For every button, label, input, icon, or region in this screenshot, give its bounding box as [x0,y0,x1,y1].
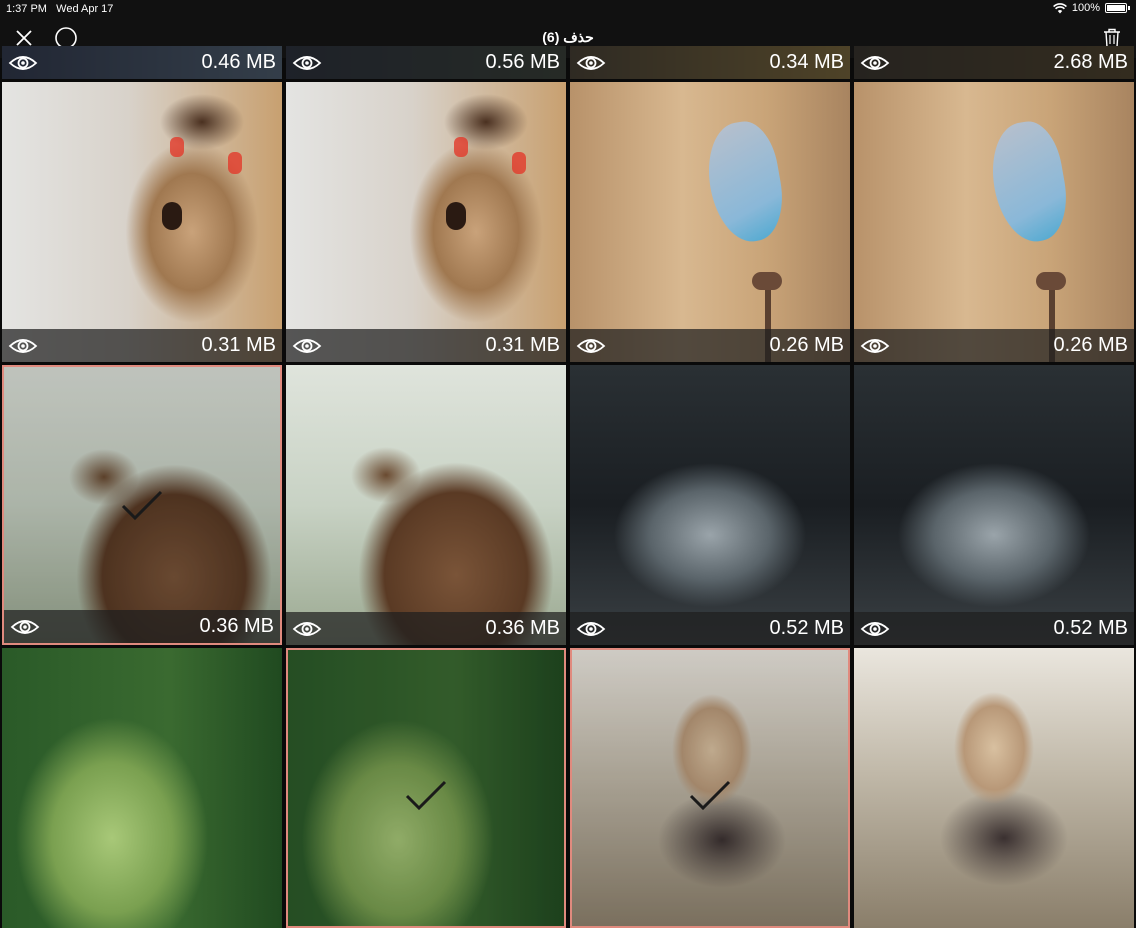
photo-cell[interactable] [854,648,1134,928]
photo-info-bar: 0.26 MB [570,329,850,362]
photo-cell-selected[interactable]: 0.36 MB [2,365,282,645]
photo-butterfly [854,82,1134,362]
file-size: 0.56 MB [485,51,560,73]
photo-water-splash [854,365,1134,645]
photo-cell[interactable]: 0.31 MB [286,82,566,362]
photo-cell[interactable]: 0.31 MB [2,82,282,362]
photo-leaf-ants [2,648,282,928]
battery-percent: 100% [1071,2,1100,14]
photo-eagle [286,365,566,645]
eye-icon[interactable] [576,336,606,356]
photo-cell[interactable]: 0.56 MB [286,46,566,79]
file-size: 0.46 MB [201,51,276,73]
photo-info-bar: 0.56 MB [286,46,566,79]
photo-cell[interactable] [2,648,282,928]
page-title: حذف (6) [542,29,594,45]
file-size: 0.52 MB [769,617,844,639]
photo-pug [286,82,566,362]
photo-cell[interactable]: 0.26 MB [854,82,1134,362]
photo-pug [2,82,282,362]
file-size: 0.26 MB [769,334,844,356]
photo-info-bar: 0.26 MB [854,329,1134,362]
photo-cell[interactable]: 2.68 MB [854,46,1134,79]
photo-girl-field [854,648,1134,928]
photo-grid: 0.46 MB 0.56 MB 0.34 MB 2.68 MB 0.31 MB [0,46,1136,928]
photo-info-bar: 0.31 MB [286,329,566,362]
wifi-icon [1052,2,1067,13]
checkmark-icon [689,780,731,811]
photo-info-bar: 0.31 MB [2,329,282,362]
status-bar: 1:37 PM Wed Apr 17 100% [0,0,1136,18]
file-size: 0.31 MB [485,334,560,356]
photo-info-bar: 2.68 MB [854,46,1134,79]
photo-info-bar: 0.36 MB [4,610,280,643]
status-right: 100% [1052,2,1130,14]
photo-info-bar: 0.36 MB [286,612,566,645]
eye-icon[interactable] [10,617,40,637]
eye-icon[interactable] [292,53,322,73]
file-size: 0.52 MB [1053,617,1128,639]
checkmark-icon [405,780,447,811]
file-size: 0.26 MB [1053,334,1128,356]
photo-butterfly [570,82,850,362]
photo-cell[interactable]: 0.36 MB [286,365,566,645]
checkmark-icon [121,490,163,521]
photo-cell[interactable]: 0.52 MB [854,365,1134,645]
eye-icon[interactable] [576,619,606,639]
eye-icon[interactable] [8,336,38,356]
photo-cell[interactable]: 0.52 MB [570,365,850,645]
photo-cell-selected[interactable] [286,648,566,928]
photo-info-bar: 0.52 MB [854,612,1134,645]
photo-cell[interactable]: 0.34 MB [570,46,850,79]
eye-icon[interactable] [576,53,606,73]
photo-cell[interactable]: 0.26 MB [570,82,850,362]
file-size: 0.36 MB [199,615,274,637]
photo-cell-selected[interactable] [570,648,850,928]
eye-icon[interactable] [8,53,38,73]
photo-info-bar: 0.52 MB [570,612,850,645]
eye-icon[interactable] [860,619,890,639]
eye-icon[interactable] [860,336,890,356]
battery-icon [1105,3,1127,13]
file-size: 2.68 MB [1053,51,1128,73]
eye-icon[interactable] [292,619,322,639]
photo-water-splash [570,365,850,645]
file-size: 0.34 MB [769,51,844,73]
eye-icon[interactable] [860,53,890,73]
eye-icon[interactable] [292,336,322,356]
file-size: 0.31 MB [201,334,276,356]
status-time: 1:37 PM Wed Apr 17 [6,3,114,15]
photo-cell[interactable]: 0.46 MB [2,46,282,79]
file-size: 0.36 MB [485,617,560,639]
photo-info-bar: 0.46 MB [2,46,282,79]
photo-info-bar: 0.34 MB [570,46,850,79]
